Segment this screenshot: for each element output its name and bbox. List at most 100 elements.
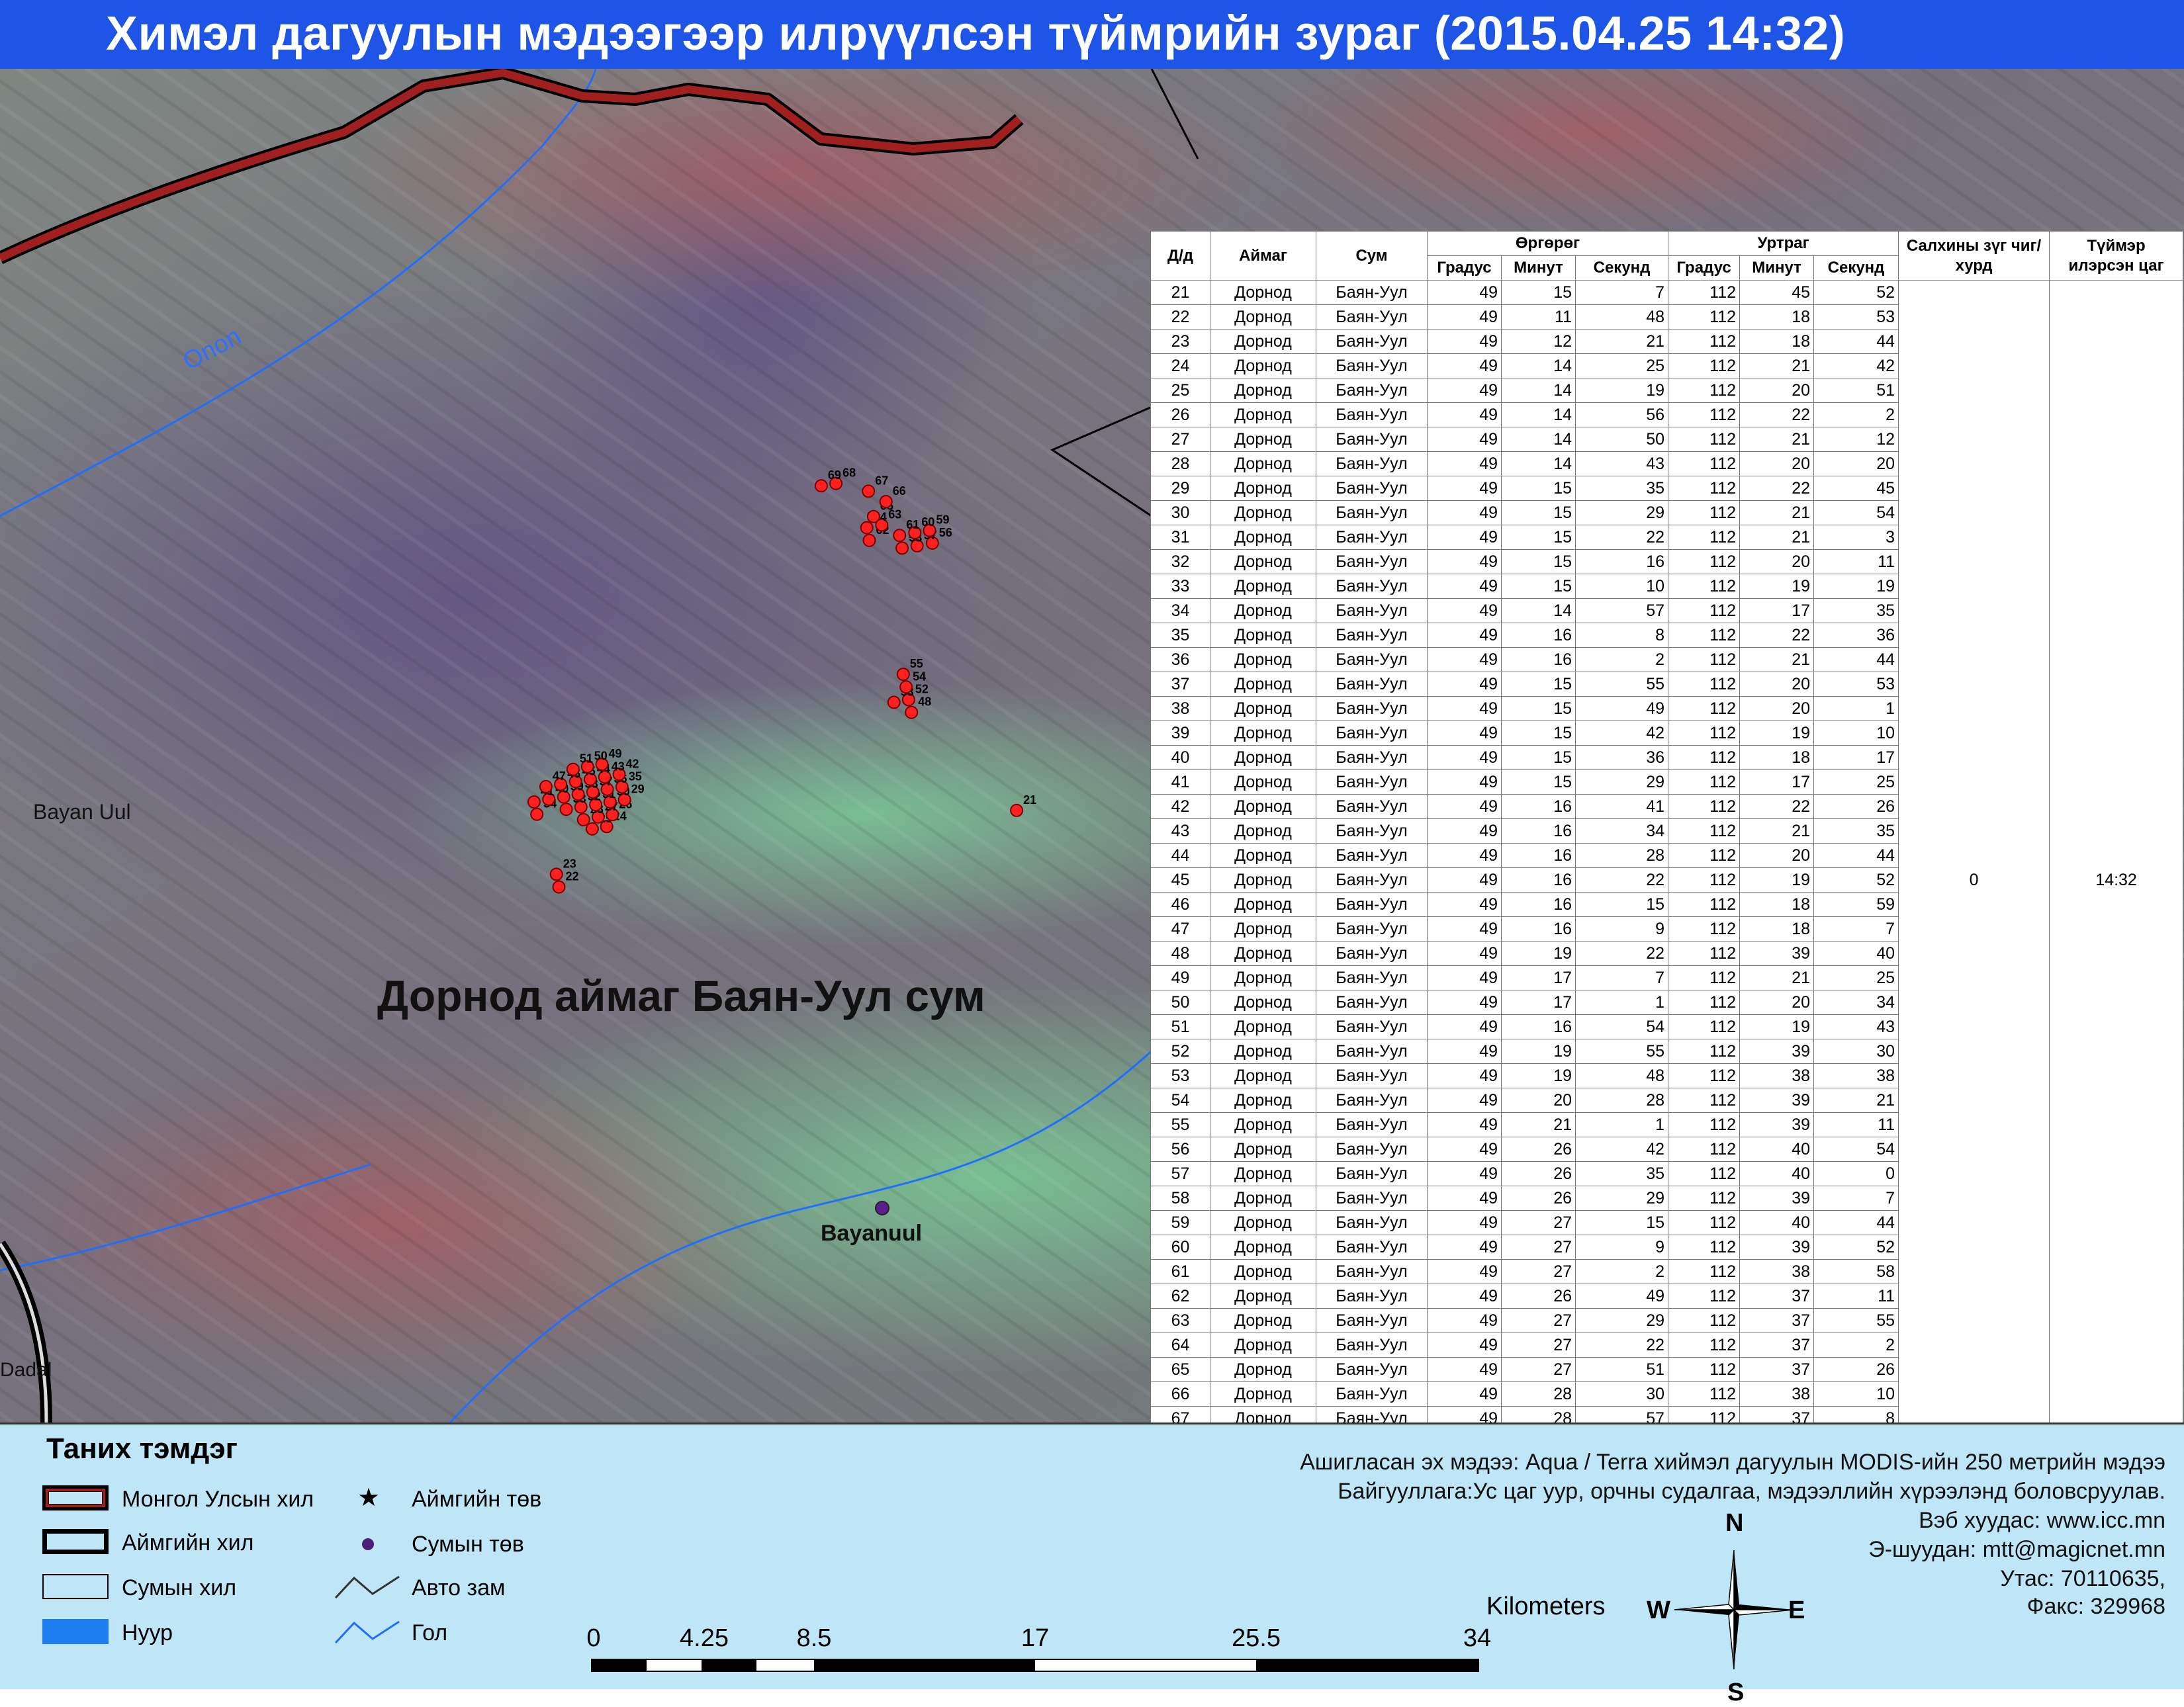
- cell-sum: Баян-Уул: [1316, 402, 1428, 427]
- header-lat-min: Минут: [1501, 255, 1576, 281]
- cell-id: 50: [1150, 990, 1210, 1015]
- fire-point[interactable]: [862, 533, 876, 547]
- table-row: 21 Дорнод Баян-Уул 49 15 7 112 45 52 0 14:32: [1150, 280, 2184, 1422]
- area-label: Дорнод аймаг Баян-Уул сум: [377, 971, 985, 1020]
- cell-lat-sec: 22: [1574, 525, 1669, 550]
- fire-point[interactable]: [860, 521, 874, 535]
- cell-lat-min: 14: [1501, 353, 1576, 378]
- cell-lon-sec: 10: [1813, 1381, 1899, 1407]
- fire-point[interactable]: [566, 762, 580, 776]
- fire-point-label: 42: [626, 757, 639, 770]
- header-lat-deg: Градус: [1427, 255, 1502, 281]
- cell-lat-deg: 49: [1427, 1137, 1502, 1162]
- cell-lat-min: 16: [1501, 623, 1576, 648]
- cell-id: 52: [1150, 1039, 1210, 1064]
- info-email[interactable]: Э-шуудан: mtt@magicnet.mn: [1868, 1537, 2165, 1563]
- fire-point[interactable]: [866, 509, 880, 523]
- fire-point[interactable]: [539, 779, 553, 793]
- cell-lat-sec: 15: [1574, 1210, 1669, 1235]
- cell-lat-deg: 49: [1427, 769, 1502, 795]
- cell-aimag: Дорнод: [1210, 476, 1316, 501]
- cell-id: 21: [1150, 280, 1210, 305]
- cell-lon-sec: 55: [1813, 1308, 1899, 1333]
- fire-point[interactable]: [585, 822, 599, 836]
- cell-lon-deg: 112: [1668, 598, 1741, 623]
- cell-lat-sec: 9: [1574, 1235, 1669, 1260]
- cell-lat-sec: 22: [1574, 941, 1669, 966]
- cell-lon-min: 40: [1739, 1161, 1815, 1186]
- cell-id: 31: [1150, 525, 1210, 550]
- cell-lon-sec: 58: [1813, 1259, 1899, 1284]
- cell-lon-deg: 112: [1668, 280, 1741, 305]
- fire-point[interactable]: [530, 807, 544, 821]
- fire-point[interactable]: [1010, 803, 1024, 817]
- header-sum: Сум: [1316, 231, 1428, 281]
- cell-lat-sec: 42: [1574, 1137, 1669, 1162]
- fire-point[interactable]: [893, 529, 907, 543]
- bayanuul-sum-center[interactable]: [875, 1201, 889, 1215]
- cell-lat-min: 16: [1501, 867, 1576, 893]
- cell-lat-min: 17: [1501, 990, 1576, 1015]
- fire-point[interactable]: [527, 795, 541, 809]
- cell-lon-sec: 3: [1813, 525, 1899, 550]
- map-area[interactable]: Onon 21222324252627282930313233343536373…: [0, 69, 2184, 1422]
- cell-lat-deg: 49: [1427, 745, 1502, 770]
- fire-point[interactable]: [899, 680, 913, 694]
- cell-lat-min: 27: [1501, 1308, 1576, 1333]
- cell-lon-min: 22: [1739, 402, 1815, 427]
- fire-point[interactable]: [887, 695, 901, 709]
- fire-point[interactable]: [896, 668, 910, 681]
- cell-sum: Баян-Уул: [1316, 525, 1428, 550]
- cell-sum: Баян-Уул: [1316, 843, 1428, 868]
- cell-lon-deg: 112: [1668, 769, 1741, 795]
- cell-lat-min: 27: [1501, 1210, 1576, 1235]
- cell-lon-deg: 112: [1668, 427, 1741, 452]
- fire-point[interactable]: [576, 812, 590, 826]
- fire-point[interactable]: [905, 705, 919, 719]
- cell-aimag: Дорнод: [1210, 1137, 1316, 1162]
- cell-aimag: Дорнод: [1210, 892, 1316, 917]
- info-website[interactable]: Вэб хуудас: www.icc.mn: [1919, 1508, 2165, 1534]
- cell-lat-deg: 49: [1427, 647, 1502, 672]
- fire-point[interactable]: [814, 479, 828, 493]
- cell-lat-sec: 1: [1574, 1112, 1669, 1137]
- info-fax: Факс: 329968: [2026, 1594, 2165, 1619]
- fire-point[interactable]: [549, 867, 563, 881]
- cell-lat-sec: 51: [1574, 1357, 1669, 1382]
- sum-border-icon: [42, 1574, 109, 1599]
- cell-lon-sec: 53: [1813, 672, 1899, 697]
- cell-lat-deg: 49: [1427, 476, 1502, 501]
- cell-lon-min: 39: [1739, 1039, 1815, 1064]
- cell-lon-deg: 112: [1668, 549, 1741, 574]
- fire-point[interactable]: [895, 541, 909, 555]
- cell-id: 26: [1150, 402, 1210, 427]
- cell-lon-deg: 112: [1668, 941, 1741, 966]
- fire-point[interactable]: [879, 495, 893, 509]
- fire-point[interactable]: [862, 484, 876, 498]
- cell-lat-sec: 48: [1574, 304, 1669, 329]
- legend-title: Таних тэмдэг: [46, 1432, 238, 1465]
- fire-point[interactable]: [552, 880, 566, 894]
- fire-point-label: 23: [563, 857, 576, 870]
- cell-lon-sec: 21: [1813, 1088, 1899, 1113]
- cell-lat-min: 15: [1501, 525, 1576, 550]
- cell-aimag: Дорнод: [1210, 769, 1316, 795]
- cell-lon-sec: 12: [1813, 427, 1899, 452]
- cell-aimag: Дорнод: [1210, 843, 1316, 868]
- cell-lon-deg: 112: [1668, 1259, 1741, 1284]
- cell-lon-deg: 112: [1668, 818, 1741, 844]
- cell-id: 59: [1150, 1210, 1210, 1235]
- cell-lat-deg: 49: [1427, 696, 1502, 721]
- cell-lat-deg: 49: [1427, 1088, 1502, 1113]
- cell-sum: Баян-Уул: [1316, 1381, 1428, 1407]
- cell-lon-deg: 112: [1668, 1186, 1741, 1211]
- fire-point[interactable]: [559, 803, 573, 816]
- cell-lon-min: 18: [1739, 329, 1815, 354]
- cell-lon-deg: 112: [1668, 1112, 1741, 1137]
- fire-point-label: 21: [1023, 793, 1036, 807]
- cell-sum: Баян-Уул: [1316, 1161, 1428, 1186]
- cell-aimag: Дорнод: [1210, 549, 1316, 574]
- cell-aimag: Дорнод: [1210, 402, 1316, 427]
- cell-aimag: Дорнод: [1210, 451, 1316, 476]
- cell-lat-min: 16: [1501, 843, 1576, 868]
